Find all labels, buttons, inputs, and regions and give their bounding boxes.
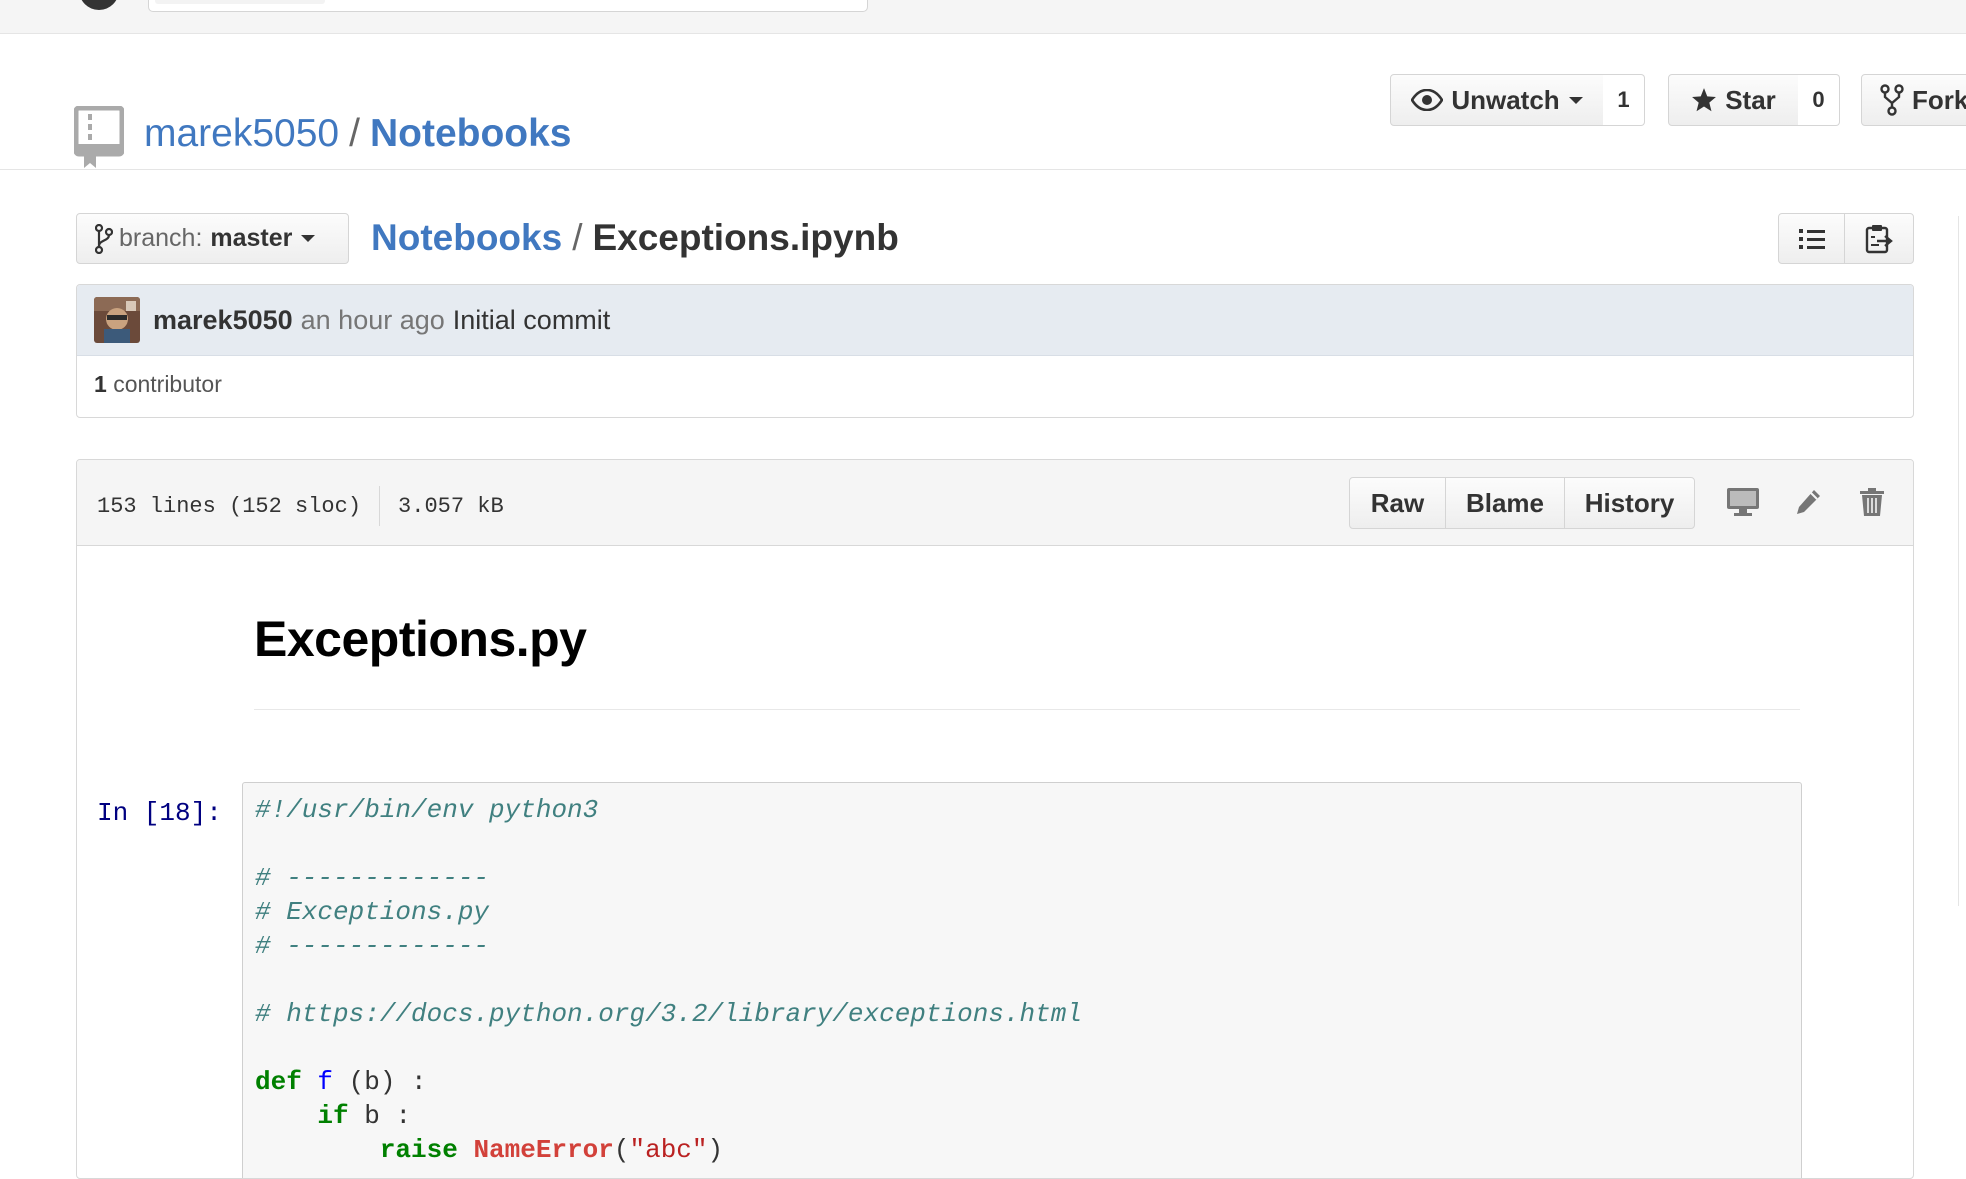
code-def-args: (b) : xyxy=(333,1067,427,1097)
file-info-divider xyxy=(379,486,381,526)
file-actions-group: Raw Blame History xyxy=(1349,477,1695,529)
breadcrumb-separator: / xyxy=(572,217,583,258)
code-comment-name: # Exceptions.py xyxy=(255,897,490,927)
site-header xyxy=(0,0,1966,34)
copy-path-button[interactable] xyxy=(1844,213,1914,264)
fork-button[interactable]: Fork xyxy=(1861,74,1966,126)
code-keyword-if: if xyxy=(317,1101,349,1131)
code-string: "abc" xyxy=(629,1135,708,1165)
code-comment-shebang: #!/usr/bin/env python3 xyxy=(255,795,599,825)
search-scope xyxy=(155,0,325,4)
contributors-label: contributor xyxy=(113,371,222,397)
code-keyword-raise: raise xyxy=(379,1135,458,1165)
breadcrumb: Notebooks / Exceptions.ipynb xyxy=(371,214,899,262)
code-keyword-def: def xyxy=(255,1067,302,1097)
star-icon xyxy=(1692,88,1717,112)
file-info: 153 lines (152 sloc) 3.057 kB xyxy=(97,486,504,526)
code-if-condition: b : xyxy=(348,1101,412,1131)
commit-tease: marek5050 an hour ago Initial commit xyxy=(77,285,1913,356)
code-function-name: f xyxy=(317,1067,334,1097)
repo-title: marek5050/Notebooks xyxy=(144,110,571,158)
commit-message-link[interactable]: Initial commit xyxy=(453,305,611,335)
branch-label: branch: xyxy=(119,224,203,252)
contributors-count: 1 xyxy=(94,371,107,397)
file-lines: 153 lines (152 sloc) xyxy=(97,493,362,519)
cell-prompt: In [18]: xyxy=(97,798,222,828)
fork-label: Fork xyxy=(1912,84,1966,115)
unwatch-label: Unwatch xyxy=(1451,84,1560,115)
branch-select-button[interactable]: branch: master xyxy=(76,213,349,264)
code-comment-rule: # ------------- xyxy=(255,931,490,961)
pencil-icon[interactable] xyxy=(1788,482,1828,522)
commit-time: an hour ago xyxy=(300,305,445,335)
blame-button[interactable]: Blame xyxy=(1445,477,1565,529)
star-label: Star xyxy=(1725,84,1776,115)
notebook-divider xyxy=(254,709,1800,710)
notebook-heading: Exceptions.py xyxy=(254,611,587,667)
desktop-icon[interactable] xyxy=(1723,482,1763,522)
repo-icon xyxy=(73,105,125,170)
branch-value: master xyxy=(210,224,293,252)
history-button[interactable]: History xyxy=(1564,477,1695,529)
trash-icon[interactable] xyxy=(1852,482,1892,522)
code-comment-rule: # ------------- xyxy=(255,863,490,893)
fork-icon xyxy=(1880,84,1904,116)
file-finder-button[interactable] xyxy=(1778,213,1845,264)
breadcrumb-root-link[interactable]: Notebooks xyxy=(371,217,562,258)
commit-summary: marek5050 an hour ago Initial commit xyxy=(153,302,610,338)
repo-name-link[interactable]: Notebooks xyxy=(370,112,572,155)
list-icon xyxy=(1798,228,1825,249)
repo-owner-link[interactable]: marek5050 xyxy=(144,112,339,155)
commit-box: marek5050 an hour ago Initial commit 1 con… xyxy=(76,284,1914,418)
octocat-logo-icon[interactable] xyxy=(72,0,126,12)
avatar[interactable] xyxy=(94,297,140,343)
code-comment-url: # https://docs.python.org/3.2/library/ex… xyxy=(255,999,1082,1029)
file-size: 3.057 kB xyxy=(398,493,504,519)
commit-author-link[interactable]: marek5050 xyxy=(153,305,293,335)
unwatch-button[interactable]: Unwatch xyxy=(1390,74,1604,126)
code-cell: #!/usr/bin/env python3 # ------------- #… xyxy=(242,782,1802,1178)
code-exception-name: NameError xyxy=(473,1135,614,1165)
stargazers-count[interactable]: 0 xyxy=(1798,74,1840,126)
clipboard-icon xyxy=(1865,224,1893,253)
file-viewer: 153 lines (152 sloc) 3.057 kB Raw Blame … xyxy=(76,459,1914,1179)
code-block: #!/usr/bin/env python3 # ------------- #… xyxy=(255,793,1082,1167)
file-header: 153 lines (152 sloc) 3.057 kB Raw Blame … xyxy=(77,460,1913,546)
branch-icon xyxy=(95,223,113,254)
site-search-input[interactable] xyxy=(148,0,868,12)
star-button[interactable]: Star xyxy=(1668,74,1799,126)
repo-title-separator: / xyxy=(349,112,360,155)
repo-header: marek5050/Notebooks Unwatch 1 Star 0 For… xyxy=(0,34,1966,170)
eye-icon xyxy=(1411,89,1444,111)
code-paren-close: ) xyxy=(707,1135,724,1165)
chevron-down-icon xyxy=(1568,96,1583,104)
raw-button[interactable]: Raw xyxy=(1349,477,1446,529)
chevron-down-icon xyxy=(301,235,316,242)
page-scroll-edge xyxy=(1958,216,1966,906)
contributors-summary[interactable]: 1 contributor xyxy=(94,371,222,398)
code-paren-open: ( xyxy=(613,1135,630,1165)
breadcrumb-file: Exceptions.ipynb xyxy=(592,217,899,258)
watchers-count[interactable]: 1 xyxy=(1603,74,1645,126)
